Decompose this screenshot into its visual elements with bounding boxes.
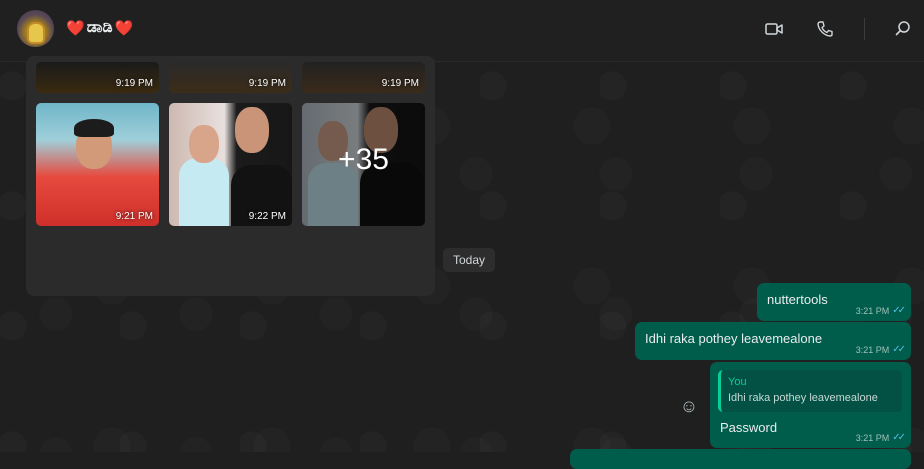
media-tile[interactable]: 9:22 PM: [169, 103, 292, 226]
message-text: Password: [720, 420, 778, 435]
media-more-count: +35: [338, 143, 389, 176]
media-timestamp: 9:21 PM: [115, 211, 153, 222]
contact-name-text: ಡಾಡಿ: [86, 19, 113, 36]
header-divider: [864, 18, 865, 40]
quoted-message[interactable]: You Idhi raka pothey leavemealone: [718, 370, 902, 412]
contact-avatar[interactable]: [17, 10, 54, 47]
message-meta: 3:21 PM ✓✓: [855, 432, 906, 443]
search-icon[interactable]: [893, 19, 913, 39]
message-time: 3:21 PM: [855, 344, 890, 355]
chat-area[interactable]: 9:19 PM 9:19 PM 9:19 PM 9:21 PM 9:22 PM …: [0, 56, 924, 469]
media-tile[interactable]: 9:19 PM: [169, 62, 292, 93]
phone-icon[interactable]: [815, 19, 835, 39]
outgoing-message[interactable]: Idhi raka pothey leavemealone 3:21 PM ✓✓: [635, 322, 911, 360]
avatar-image: [29, 24, 43, 42]
message-text: Idhi raka pothey leavemealone: [645, 331, 823, 346]
message-text: nuttertools: [767, 292, 828, 307]
read-receipt-icon: ✓✓: [892, 432, 906, 443]
message-meta: 3:21 PM ✓✓: [855, 344, 906, 355]
chat-header: ❤️ ಡಾಡಿ ❤️: [0, 0, 924, 62]
media-timestamp: 9:22 PM: [248, 211, 286, 222]
media-tile[interactable]: 9:21 PM: [36, 103, 159, 226]
message-meta: 3:21 PM ✓✓: [855, 305, 906, 316]
outgoing-message[interactable]: nuttertools 3:21 PM ✓✓: [757, 283, 911, 321]
video-call-icon[interactable]: [764, 19, 784, 39]
read-receipt-icon: ✓✓: [892, 305, 906, 316]
media-tile[interactable]: 9:19 PM: [302, 62, 425, 93]
outgoing-message-partial[interactable]: [570, 449, 911, 469]
react-emoji-icon[interactable]: ☺: [679, 396, 699, 416]
media-tile-more[interactable]: +35: [302, 103, 425, 226]
heart-emoji-left: ❤️: [66, 20, 85, 37]
photo-content: [74, 119, 114, 137]
media-timestamp: 9:19 PM: [115, 78, 153, 89]
quoted-text: Idhi raka pothey leavemealone: [728, 392, 878, 404]
photo-content: [179, 158, 229, 226]
heart-emoji-right: ❤️: [114, 20, 134, 37]
media-tile[interactable]: 9:19 PM: [36, 62, 159, 93]
photo-content: [235, 107, 269, 153]
media-timestamp: 9:19 PM: [381, 78, 419, 89]
read-receipt-icon: ✓✓: [892, 344, 906, 355]
date-divider: Today: [443, 248, 496, 272]
message-time: 3:21 PM: [855, 305, 890, 316]
contact-name[interactable]: ❤️ ಡಾಡಿ ❤️: [66, 19, 133, 37]
quoted-author: You: [728, 376, 747, 388]
outgoing-message-reply[interactable]: You Idhi raka pothey leavemealone Passwo…: [710, 362, 911, 448]
message-time: 3:21 PM: [855, 432, 890, 443]
photo-content: [189, 125, 219, 163]
media-timestamp: 9:19 PM: [248, 78, 286, 89]
